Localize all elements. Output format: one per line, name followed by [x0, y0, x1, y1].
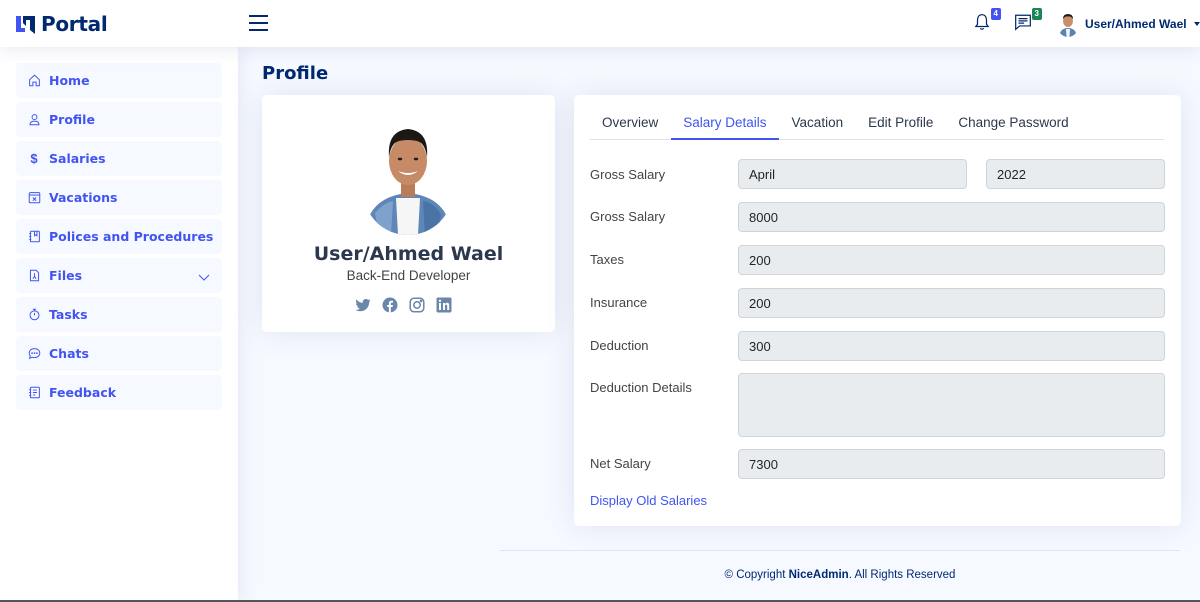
instagram-icon[interactable]: [409, 297, 425, 313]
profile-tabs: Overview Salary Details Vacation Edit Pr…: [590, 109, 1164, 140]
sidebar-item-label: Tasks: [49, 307, 88, 322]
deduction-label: Deduction: [590, 338, 649, 353]
notifications-button[interactable]: 4: [973, 8, 1001, 33]
sidebar-item-files[interactable]: Files: [16, 258, 222, 293]
linkedin-icon[interactable]: [436, 297, 452, 313]
sidebar-item-chats[interactable]: Chats: [16, 336, 222, 371]
footer-copyright: © Copyright NiceAdmin. All Rights Reserv…: [500, 569, 1180, 581]
net-salary-field[interactable]: 7300: [738, 449, 1165, 479]
app-title: Portal: [41, 12, 108, 36]
hamburger-line: [249, 29, 268, 31]
chat-dots-icon: [27, 347, 41, 361]
user-menu-dropdown[interactable]: User/Ahmed Wael: [1057, 11, 1200, 37]
month-field[interactable]: April: [738, 159, 967, 189]
toggle-sidebar-button[interactable]: [249, 15, 268, 31]
top-header: Portal 4 3 User/Ahmed Wael: [0, 0, 1200, 47]
insurance-field[interactable]: 200: [738, 288, 1165, 318]
stopwatch-icon: [27, 308, 41, 322]
display-old-salaries-link[interactable]: Display Old Salaries: [590, 493, 707, 508]
messages-badge: 3: [1031, 8, 1042, 20]
page-title: Profile: [262, 63, 329, 84]
avatar: [1057, 11, 1079, 37]
header-user-name: User/Ahmed Wael: [1085, 17, 1187, 31]
deduction-details-label: Deduction Details: [590, 380, 692, 395]
gross-salary-field[interactable]: 8000: [738, 202, 1165, 232]
sidebar-item-label: Profile: [49, 112, 95, 127]
profile-card: User/Ahmed Wael Back-End Developer: [262, 95, 555, 332]
footer-prefix: © Copyright: [724, 569, 789, 581]
sidebar-item-vacations[interactable]: Vacations: [16, 180, 222, 215]
sidebar: Home Profile $ Salaries Vacations Police…: [0, 47, 238, 602]
notifications-badge: 4: [990, 8, 1001, 20]
sidebar-item-salaries[interactable]: $ Salaries: [16, 141, 222, 176]
net-salary-label: Net Salary: [590, 456, 651, 471]
sidebar-item-profile[interactable]: Profile: [16, 102, 222, 137]
footer-suffix: . All Rights Reserved: [848, 569, 956, 581]
tab-salary-details[interactable]: Salary Details: [671, 109, 779, 140]
sidebar-item-label: Chats: [49, 346, 89, 361]
caret-down-icon: [1193, 22, 1200, 26]
social-links: [355, 297, 452, 313]
logo[interactable]: Portal: [16, 12, 108, 36]
dollar-icon: $: [30, 151, 38, 166]
sidebar-item-label: Feedback: [49, 385, 117, 400]
file-pdf-icon: [27, 269, 41, 283]
sidebar-item-polices-and-procedures[interactable]: Polices and Procedures: [16, 219, 222, 254]
sidebar-item-label: Files: [49, 268, 83, 283]
sidebar-item-home[interactable]: Home: [16, 63, 222, 98]
tab-vacation[interactable]: Vacation: [780, 109, 856, 140]
person-icon: [27, 113, 41, 127]
sidebar-item-tasks[interactable]: Tasks: [16, 297, 222, 332]
taxes-field[interactable]: 200: [738, 245, 1165, 275]
twitter-icon[interactable]: [355, 297, 371, 313]
tab-change-password[interactable]: Change Password: [946, 109, 1080, 140]
salary-details-card: Overview Salary Details Vacation Edit Pr…: [574, 95, 1181, 526]
sidebar-item-label: Home: [49, 73, 90, 88]
bell-icon: [974, 14, 990, 30]
gross-salary-period-label: Gross Salary: [590, 167, 666, 182]
profile-role: Back-End Developer: [346, 268, 471, 283]
tab-overview[interactable]: Overview: [590, 109, 670, 140]
messages-button[interactable]: 3: [1014, 8, 1042, 33]
gross-salary-label: Gross Salary: [590, 209, 666, 224]
footer-divider: [500, 550, 1180, 551]
hamburger-line: [249, 15, 268, 17]
tab-edit-profile[interactable]: Edit Profile: [856, 109, 945, 140]
hamburger-line: [249, 22, 268, 24]
calendar-x-icon: [27, 191, 41, 205]
chevron-down-icon: [198, 269, 210, 287]
facebook-icon[interactable]: [382, 297, 398, 313]
deduction-field[interactable]: 300: [738, 331, 1165, 361]
insurance-label: Insurance: [590, 295, 648, 310]
sidebar-item-label: Salaries: [49, 151, 106, 166]
journal-bookmark-icon: [27, 230, 41, 244]
house-icon: [27, 74, 41, 88]
footer-brand: NiceAdmin: [788, 569, 849, 581]
sidebar-item-label: Polices and Procedures: [49, 229, 214, 244]
sidebar-item-label: Vacations: [49, 190, 118, 205]
journal-text-icon: [27, 386, 41, 400]
chat-left-text-icon: [1015, 14, 1031, 31]
profile-avatar: [363, 123, 453, 235]
taxes-label: Taxes: [590, 252, 624, 267]
year-field[interactable]: 2022: [986, 159, 1165, 189]
profile-name: User/Ahmed Wael: [313, 243, 504, 265]
sidebar-item-feedback[interactable]: Feedback: [16, 375, 222, 410]
logo-icon: [16, 16, 35, 34]
deduction-details-textarea[interactable]: [738, 373, 1165, 437]
